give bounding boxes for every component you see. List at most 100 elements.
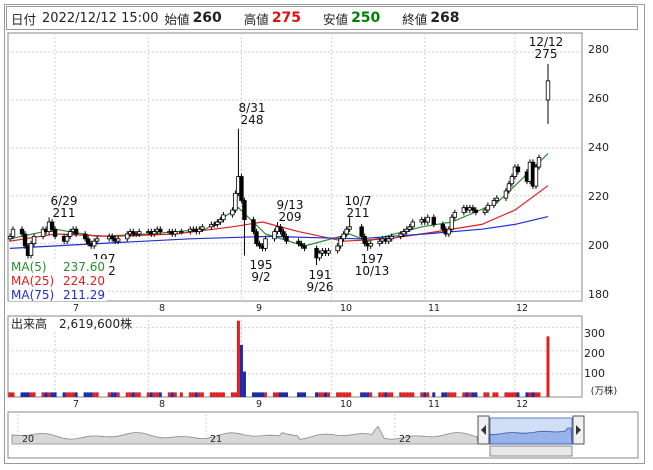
anno-0720-date: 2 [108,264,116,278]
volume-bar [26,392,30,397]
price-x-axis: 7 8 9 10 11 12 [73,303,528,314]
volume-bar [444,392,448,397]
volume-bar [95,392,99,397]
ma25-value: 224.20 [63,274,105,288]
volume-bar [125,392,129,397]
volume-bar [158,392,162,397]
anno-1007-value: 211 [347,206,370,220]
vol-unit: (万株) [591,385,617,397]
volume-bar [116,392,120,397]
volume-bar [282,392,286,397]
y-tick-260: 260 [588,92,609,105]
stock-chart: 6/29 211 8/31 248 9/13 209 10/7 211 12/1… [7,32,639,459]
volume-bar [369,392,373,397]
y-tick-240: 240 [588,141,609,154]
candle-body-down [52,228,58,237]
candle-body-down [515,166,521,173]
candle-body-down [440,224,446,230]
volume-bar [257,392,261,397]
candle-body-down [254,231,259,244]
volume-bar [221,392,225,397]
candle-body-down [239,176,244,201]
candle-body-up [449,216,455,230]
x-tick-12: 12 [516,303,528,314]
vol-x-tick-10: 10 [340,399,352,410]
candle-body-down [242,200,247,221]
volume-bar [152,392,156,397]
volume-bar [321,392,325,397]
candle-body-up [64,235,70,242]
volume-bar [474,392,478,397]
volume-bar [233,392,237,397]
volume-bar [339,392,343,397]
volume-bar [381,392,385,397]
candle-body-up [344,228,349,235]
volume-bar [534,392,538,397]
volume-bar [507,392,511,397]
vol-tick-200: 200 [584,347,605,360]
volume-bar [230,392,234,397]
anno-0629-value: 211 [53,206,76,220]
volume-bar [32,392,36,397]
volume-bar [131,392,135,397]
volume-bar [465,392,469,397]
ma5-value: 237.60 [63,260,105,274]
volume-bar [528,392,532,397]
volume-bar [215,392,219,397]
volume-bar [432,392,436,397]
volume-bar [366,392,370,397]
navigator-left-handle[interactable] [477,415,490,445]
volume-bar [408,392,412,397]
vol-x-tick-11: 11 [428,399,440,410]
nav-year-22: 22 [399,434,411,445]
volume-bar [47,392,51,397]
volume-bar [504,392,508,397]
candle-body-up [125,233,130,240]
anno-1212-value: 275 [535,47,558,61]
volume-bar [128,392,132,397]
volume-bar [483,392,487,397]
y-tick-200: 200 [588,239,609,252]
volume-bar [212,392,216,397]
candle-body-up [389,235,394,240]
volume-bar [134,392,138,397]
anno-0913-value: 209 [279,210,302,224]
ma75-label: MA(75) [11,288,54,302]
candle-body-up [230,209,235,216]
candle-body-down [251,219,256,233]
volume-bar [209,392,213,397]
candle-body-up [410,221,415,228]
volume-bar [29,392,33,397]
volume-bar [546,336,550,397]
candle-body-up [272,231,277,240]
candle-body-down [302,245,307,249]
candle-body-up [233,192,238,211]
volume-bar [516,392,520,397]
volume-bar [146,392,150,397]
volume-bar [450,392,454,397]
volume-bar [8,392,12,397]
candle-body-up [221,214,226,221]
candle-body-down [359,226,364,237]
candle-body-up [94,238,100,242]
navigator-right-handle[interactable] [572,415,585,445]
volume-bar [275,392,279,397]
navigator-scrollbar[interactable] [489,445,573,457]
candle-body-up [137,231,142,235]
candle-body-up [263,238,268,249]
candle-body-up [506,183,512,192]
volume-bar [44,392,48,397]
candle-body-up [338,238,343,247]
nav-year-21: 21 [210,434,222,445]
volume-bar [62,392,66,397]
volume-bar [510,392,514,397]
volume-bar [342,392,346,397]
candle-body-up [425,216,430,223]
candle-body-up [485,204,491,211]
volume-bar [74,392,78,397]
volume-bar [447,392,451,397]
candle-body-up [28,243,34,256]
y-tick-180: 180 [588,288,609,301]
volume-bar [218,392,222,397]
volume-bar [492,392,496,397]
